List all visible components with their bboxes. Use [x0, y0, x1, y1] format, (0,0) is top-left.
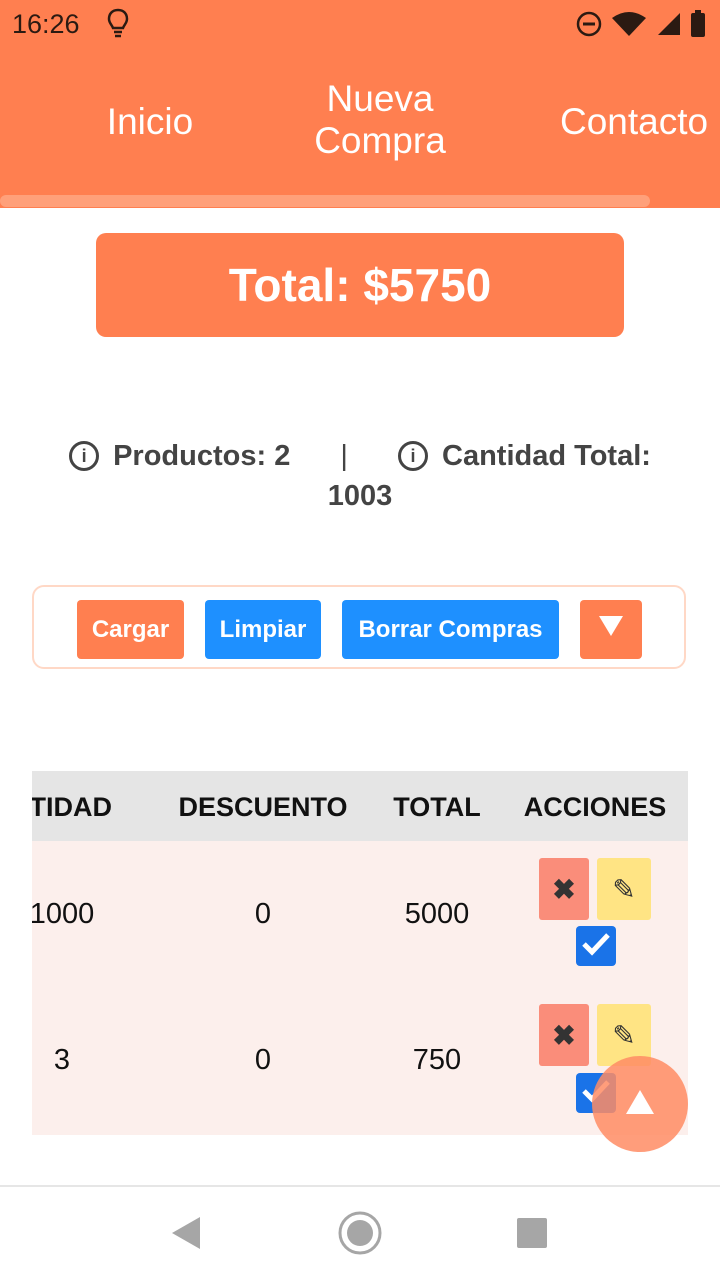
delete-button[interactable]: ✖	[539, 1004, 589, 1066]
home-icon[interactable]	[337, 1210, 383, 1261]
info-icon: i	[69, 441, 100, 471]
scroll-to-top-button[interactable]	[592, 1056, 688, 1152]
wifi-icon	[610, 11, 648, 42]
summary-separator: |	[340, 440, 348, 472]
do-not-disturb-icon	[576, 11, 602, 42]
nav-item-inicio[interactable]: Inicio	[86, 101, 214, 143]
recents-icon[interactable]	[516, 1217, 548, 1254]
checkbox-checked-icon	[581, 931, 611, 962]
productos-count: Productos: 2	[113, 440, 291, 472]
cantidad-total-label: Cantidad Total:	[442, 440, 651, 472]
signal-icon	[656, 11, 682, 42]
header-total: TOTAL	[393, 792, 481, 822]
confirm-checkbox[interactable]	[576, 926, 616, 966]
cell-descuento: 0	[254, 898, 272, 930]
nav-item-label-line1: Nueva	[326, 78, 434, 119]
close-icon: ✖	[552, 873, 576, 905]
cell-cantidad: 3	[53, 1044, 71, 1076]
table-body: 1000 0 5000 ✖ ✎ 3 0 750 ✖ ✎	[32, 841, 688, 1135]
info-icon: i	[398, 441, 429, 471]
nav-item-label-line2: Compra	[314, 120, 446, 161]
nav-scroll-indicator	[0, 195, 650, 207]
nav-item-contacto[interactable]: Contacto	[560, 101, 720, 143]
borrar-compras-button[interactable]: Borrar Compras	[342, 600, 559, 659]
total-display: Total: $5750	[96, 233, 624, 337]
cantidad-total-value: 1003	[327, 480, 393, 512]
pencil-icon: ✎	[612, 873, 636, 905]
header-cantidad: NTIDAD	[32, 792, 112, 822]
status-bar: 16:26	[0, 0, 720, 50]
top-navigation: Inicio Nueva Compra Contacto	[0, 50, 720, 208]
actions-toolbar: Cargar Limpiar Borrar Compras	[32, 585, 686, 669]
cargar-button[interactable]: Cargar	[77, 600, 184, 659]
purchases-table[interactable]: NTIDAD DESCUENTO TOTAL ACCIONES 1000 0 5…	[32, 771, 688, 1135]
header-descuento: DESCUENTO	[178, 792, 348, 822]
total-label: Total: $5750	[228, 259, 492, 311]
cell-total: 750	[412, 1044, 462, 1076]
nav-item-label: Contacto	[560, 101, 709, 142]
nav-item-nueva-compra[interactable]: Nueva Compra	[290, 78, 470, 162]
pencil-icon: ✎	[612, 1019, 636, 1051]
triangle-down-icon	[598, 615, 624, 644]
cell-cantidad: 1000	[32, 898, 95, 930]
header-acciones: ACCIONES	[523, 792, 667, 822]
nav-item-label: Inicio	[106, 101, 194, 142]
limpiar-button[interactable]: Limpiar	[205, 600, 321, 659]
close-icon: ✖	[552, 1019, 576, 1051]
back-icon[interactable]	[170, 1215, 202, 1256]
lightbulb-icon	[106, 8, 130, 45]
table-header: NTIDAD DESCUENTO TOTAL ACCIONES	[32, 771, 688, 841]
system-navigation-bar	[0, 1185, 720, 1280]
expand-toggle-button[interactable]	[580, 600, 642, 659]
delete-button[interactable]: ✖	[539, 858, 589, 920]
purchase-summary: i Productos: 2 | i Cantidad Total: 1003	[40, 436, 680, 516]
battery-icon	[690, 10, 706, 43]
triangle-up-icon	[625, 1089, 655, 1120]
status-time: 16:26	[12, 9, 80, 39]
cell-total: 5000	[404, 898, 470, 930]
edit-button[interactable]: ✎	[597, 858, 651, 920]
cell-descuento: 0	[254, 1044, 272, 1076]
